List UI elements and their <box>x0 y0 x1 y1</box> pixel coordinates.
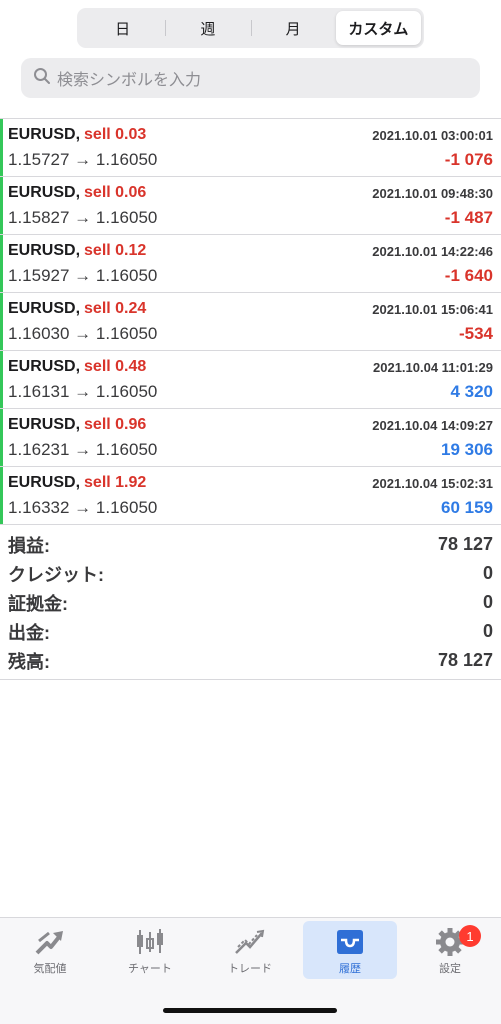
candlestick-chart-icon <box>137 929 163 954</box>
notification-badge: 1 <box>459 925 481 947</box>
trade-symbol: EURUSD, <box>8 474 81 491</box>
trade-profit: 19 306 <box>441 440 493 459</box>
tab-quotes-label: 気配値 <box>33 963 67 975</box>
trade-symbol: EURUSD, <box>8 416 81 433</box>
trade-row[interactable]: EURUSD, sell 0.96 2021.10.04 14:09:27 1.16… <box>0 409 501 467</box>
segment-custom[interactable]: カスタム <box>335 11 421 45</box>
home-indicator[interactable] <box>163 1008 337 1013</box>
segment-week[interactable]: 週 <box>165 11 250 45</box>
segment-month-label: 月 <box>285 20 301 38</box>
account-summary: 損益: 78 127 クレジット: 0 証拠金: 0 出金: 0 残高: 78 127 <box>0 530 501 680</box>
trade-time: 2021.10.04 14:09:27 <box>372 417 493 433</box>
trade-history-list: EURUSD, sell 0.03 2021.10.01 03:00:01 1.15… <box>0 118 501 525</box>
tab-chart[interactable]: チャート <box>103 921 197 979</box>
trade-row[interactable]: EURUSD, sell 1.92 2021.10.04 15:02:31 1.16… <box>0 467 501 525</box>
trade-symbol: EURUSD, <box>8 184 81 201</box>
trade-time: 2021.10.01 15:06:41 <box>372 301 493 317</box>
tab-settings[interactable]: 設定 1 <box>403 921 497 979</box>
segment-custom-label: カスタム <box>348 20 409 38</box>
trade-time: 2021.10.01 14:22:46 <box>372 243 493 259</box>
search-placeholder: 検索シンボルを入力 <box>57 72 202 89</box>
summary-value: 0 <box>482 621 493 641</box>
trade-side: sell 1.92 <box>84 474 147 491</box>
trade-time: 2021.10.04 15:02:31 <box>372 475 493 491</box>
trade-row[interactable]: EURUSD, sell 0.48 2021.10.04 11:01:29 1.16… <box>0 351 501 409</box>
trade-row[interactable]: EURUSD, sell 0.12 2021.10.01 14:22:46 1.15… <box>0 235 501 293</box>
trade-side: sell 0.24 <box>84 300 147 317</box>
trade-symbol: EURUSD, <box>8 242 81 259</box>
summary-row-withdrawal: 出金: 0 <box>0 617 501 646</box>
trade-side: sell 0.12 <box>84 242 147 259</box>
trade-prices: 1.16030 → 1.16050 <box>8 324 158 343</box>
trade-side: sell 0.03 <box>84 126 147 143</box>
trade-row[interactable]: EURUSD, sell 0.06 2021.10.01 09:48:30 1.15… <box>0 177 501 235</box>
trade-profit: 4 320 <box>450 382 493 401</box>
trade-side: sell 0.48 <box>84 358 147 375</box>
trade-prices: 1.16131 → 1.16050 <box>8 382 158 401</box>
trade-prices: 1.15827 → 1.16050 <box>8 208 158 227</box>
tab-history-label: 履歴 <box>339 963 361 975</box>
trade-prices: 1.15727 → 1.16050 <box>8 150 158 169</box>
trade-prices: 1.16231 → 1.16050 <box>8 440 158 459</box>
trade-symbol: EURUSD, <box>8 358 81 375</box>
summary-row-balance: 残高: 78 127 <box>0 646 501 675</box>
history-inbox-icon <box>337 930 363 954</box>
period-segmented-control: 日 週 月 カスタム <box>77 8 424 48</box>
summary-label: クレジット: <box>8 564 104 585</box>
segment-day-label: 日 <box>115 20 131 38</box>
trade-profit: 60 159 <box>441 498 493 517</box>
tab-trade[interactable]: トレード <box>203 921 297 979</box>
trade-symbol: EURUSD, <box>8 300 81 317</box>
trade-prices: 1.16332 → 1.16050 <box>8 498 158 517</box>
tab-settings-label: 設定 <box>439 963 461 975</box>
summary-value: 0 <box>482 592 493 612</box>
trade-time: 2021.10.01 09:48:30 <box>372 185 493 201</box>
trade-profit: -1 076 <box>444 150 493 169</box>
summary-value: 78 127 <box>437 534 493 554</box>
summary-row-credit: クレジット: 0 <box>0 559 501 588</box>
trade-time: 2021.10.04 11:01:29 <box>373 359 493 375</box>
trade-profit: -534 <box>458 324 493 343</box>
trade-side: sell 0.06 <box>84 184 147 201</box>
segment-week-label: 週 <box>200 20 216 38</box>
summary-label: 証拠金: <box>8 593 68 614</box>
quotes-icon <box>35 931 63 955</box>
segment-month[interactable]: 月 <box>250 11 336 45</box>
segment-day[interactable]: 日 <box>80 11 165 45</box>
tab-history[interactable]: 履歴 <box>303 921 397 979</box>
tab-chart-label: チャート <box>128 963 172 975</box>
trade-row[interactable]: EURUSD, sell 0.24 2021.10.01 15:06:41 1.16… <box>0 293 501 351</box>
trade-prices: 1.15927 → 1.16050 <box>8 266 158 285</box>
summary-row-profit: 損益: 78 127 <box>0 530 501 559</box>
trade-profit: -1 487 <box>444 208 493 227</box>
summary-label: 損益: <box>8 535 50 556</box>
summary-label: 出金: <box>8 622 50 643</box>
trade-row[interactable]: EURUSD, sell 0.03 2021.10.01 03:00:01 1.15… <box>0 119 501 177</box>
summary-label: 残高: <box>8 651 50 672</box>
tab-quotes[interactable]: 気配値 <box>3 921 97 979</box>
search-field[interactable]: 検索シンボルを入力 <box>21 58 480 98</box>
summary-row-deposit: 証拠金: 0 <box>0 588 501 617</box>
trade-side: sell 0.96 <box>84 416 147 433</box>
trade-time: 2021.10.01 03:00:01 <box>372 127 493 143</box>
summary-value: 0 <box>482 563 493 583</box>
summary-value: 78 127 <box>437 650 493 670</box>
search-icon <box>33 67 51 90</box>
tab-trade-label: トレード <box>228 963 272 975</box>
trade-icon <box>235 929 265 954</box>
trade-symbol: EURUSD, <box>8 126 81 143</box>
trade-profit: -1 640 <box>444 266 493 285</box>
